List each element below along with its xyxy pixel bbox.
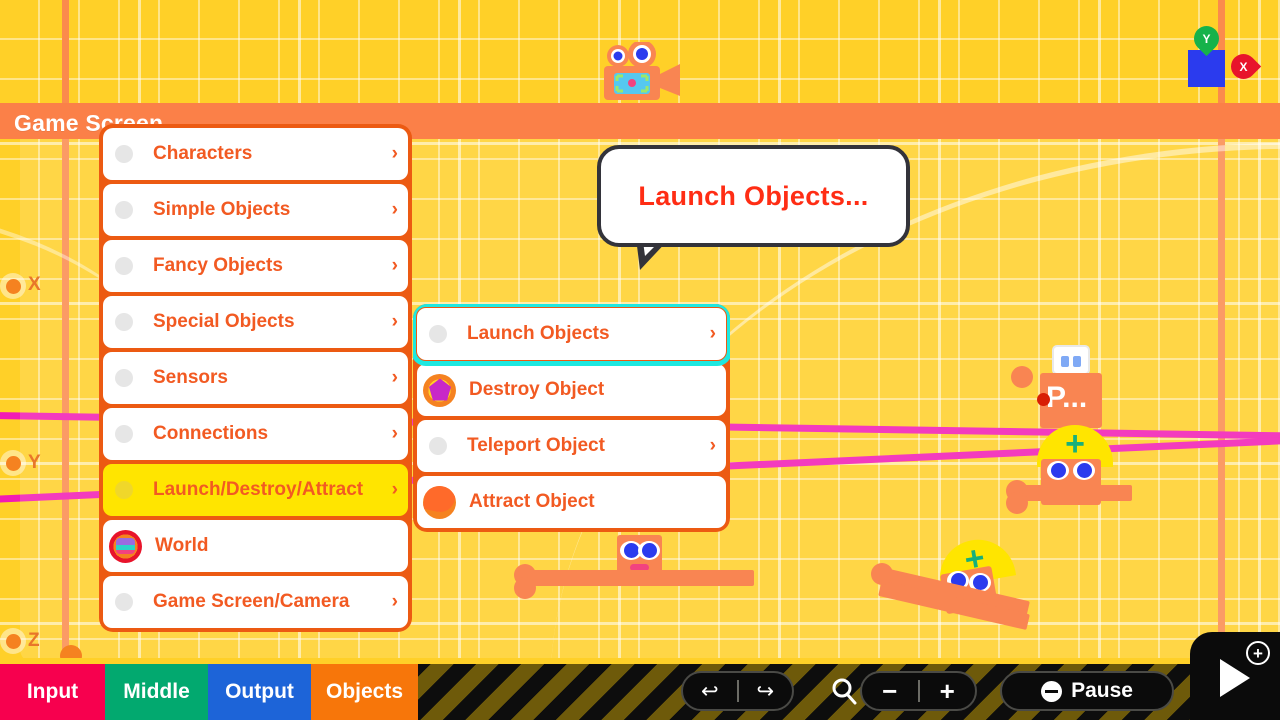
chevron-right-icon: › — [391, 479, 398, 500]
menu-item-label: Sensors — [153, 367, 228, 388]
robot-head-icon — [1052, 345, 1090, 375]
menu-item-label: Connections — [153, 423, 269, 444]
launch-destroy-attract-submenu: Launch Objects › Destroy Object Teleport… — [413, 304, 730, 532]
undo-icon[interactable]: ↩ — [683, 679, 737, 704]
menu-item-label: Special Objects — [153, 311, 295, 332]
axis-label-z: Z — [28, 630, 40, 651]
tab-middle[interactable]: Middle — [105, 664, 208, 720]
bullet-icon — [115, 313, 133, 331]
plus-icon[interactable]: + — [1246, 641, 1270, 665]
submenu-item-label: Attract Object — [469, 491, 595, 512]
nodon-center-eye-right — [638, 541, 660, 560]
tooltip-text: Launch Objects... — [638, 180, 869, 211]
zoom-in-button[interactable]: + — [920, 676, 976, 707]
zoom-out-button[interactable]: − — [862, 676, 918, 707]
nodon-launcher-joint-top — [1011, 366, 1033, 388]
chevron-right-icon: › — [709, 323, 716, 344]
tab-objects[interactable]: Objects — [311, 664, 418, 720]
bullet-icon — [115, 481, 133, 499]
chevron-right-icon: › — [391, 199, 398, 220]
submenu-item-destroy-object[interactable]: Destroy Object — [417, 364, 726, 416]
menu-item-launch-destroy-attract[interactable]: Launch/Destroy/Attract › — [103, 464, 408, 516]
tooltip-bubble: Launch Objects... — [597, 145, 910, 247]
platform-beam-center — [518, 570, 754, 586]
menu-item-label: World — [155, 535, 209, 556]
tab-input[interactable]: Input — [0, 664, 105, 720]
nodon-eye-left — [1047, 461, 1069, 480]
axis-label-y: Y — [28, 452, 41, 473]
pause-label: Pause — [1071, 679, 1133, 702]
y-axis-pin: Y — [1188, 20, 1225, 57]
chevron-right-icon: › — [391, 591, 398, 612]
bullet-icon — [429, 325, 447, 343]
bullet-icon — [115, 145, 133, 163]
platform-joint-right-b — [1006, 492, 1028, 514]
tab-output[interactable]: Output — [208, 664, 311, 720]
submenu-item-launch-objects[interactable]: Launch Objects › — [413, 304, 730, 366]
menu-item-label: Launch/Destroy/Attract — [153, 479, 364, 500]
menu-item-label: Characters — [153, 143, 253, 164]
platform-joint-center-b — [514, 577, 536, 599]
x-axis-pin: X — [1225, 48, 1262, 85]
menu-item-world[interactable]: World — [103, 520, 408, 572]
chevron-right-icon: › — [709, 435, 716, 456]
nodon-category-menu: Characters › Simple Objects › Fancy Obje… — [99, 124, 412, 632]
play-icon[interactable] — [1220, 659, 1250, 697]
chevron-right-icon: › — [391, 311, 398, 332]
nodon-palette-tabs: Input Middle Output Objects — [0, 664, 418, 720]
undo-redo-group: ↩ ↪ — [681, 671, 794, 711]
pause-icon — [1041, 680, 1063, 702]
menu-item-special-objects[interactable]: Special Objects › — [103, 296, 408, 348]
attract-object-icon — [423, 485, 456, 519]
menu-item-label: Game Screen/Camera — [153, 591, 350, 612]
menu-item-fancy-objects[interactable]: Fancy Objects › — [103, 240, 408, 292]
platform-beam-right — [1010, 485, 1132, 501]
menu-item-sensors[interactable]: Sensors › — [103, 352, 408, 404]
menu-item-label: Fancy Objects — [153, 255, 283, 276]
pause-button[interactable]: Pause — [1000, 671, 1174, 711]
bullet-icon — [115, 369, 133, 387]
chevron-right-icon: › — [391, 143, 398, 164]
menu-item-simple-objects[interactable]: Simple Objects › — [103, 184, 408, 236]
play-panel[interactable]: + — [1190, 632, 1280, 720]
submenu-item-attract-object[interactable]: Attract Object — [417, 476, 726, 528]
bullet-icon — [115, 257, 133, 275]
bullet-icon — [115, 425, 133, 443]
submenu-item-label: Teleport Object — [467, 435, 605, 456]
axis-node-x[interactable] — [0, 273, 26, 299]
camera-icon — [600, 40, 682, 109]
chevron-right-icon: › — [391, 255, 398, 276]
chevron-right-icon: › — [391, 367, 398, 388]
nodon-eye-right — [1073, 461, 1095, 480]
axis-label-x: X — [28, 274, 41, 295]
search-icon[interactable] — [829, 676, 859, 706]
axis-node-z[interactable] — [0, 628, 26, 654]
y-pin-label: Y — [1202, 31, 1211, 46]
redo-icon[interactable]: ↪ — [739, 679, 793, 704]
ramp-joint — [871, 563, 893, 585]
menu-item-characters[interactable]: Characters › — [103, 128, 408, 180]
destroy-object-icon — [423, 373, 456, 407]
menu-item-connections[interactable]: Connections › — [103, 408, 408, 460]
submenu-item-label: Destroy Object — [469, 379, 605, 400]
bullet-icon — [115, 593, 133, 611]
axis-node-y[interactable] — [0, 450, 26, 476]
zoom-control-group: − + — [860, 671, 977, 711]
submenu-item-teleport-object[interactable]: Teleport Object › — [417, 420, 726, 472]
submenu-item-label: Launch Objects — [467, 323, 610, 344]
menu-item-label: Simple Objects — [153, 199, 291, 220]
bullet-icon — [429, 437, 447, 455]
nodon-launcher-label: P... — [1046, 381, 1088, 414]
game-builder-garage-screen: Game Screen Y X X Y Z P... + + Character… — [0, 0, 1280, 720]
x-pin-label: X — [1239, 59, 1248, 74]
menu-item-game-screen-camera[interactable]: Game Screen/Camera › — [103, 576, 408, 628]
nodon-launcher-joint-red — [1037, 393, 1050, 406]
bullet-icon — [115, 201, 133, 219]
chevron-right-icon: › — [391, 423, 398, 444]
world-icon — [109, 529, 142, 563]
